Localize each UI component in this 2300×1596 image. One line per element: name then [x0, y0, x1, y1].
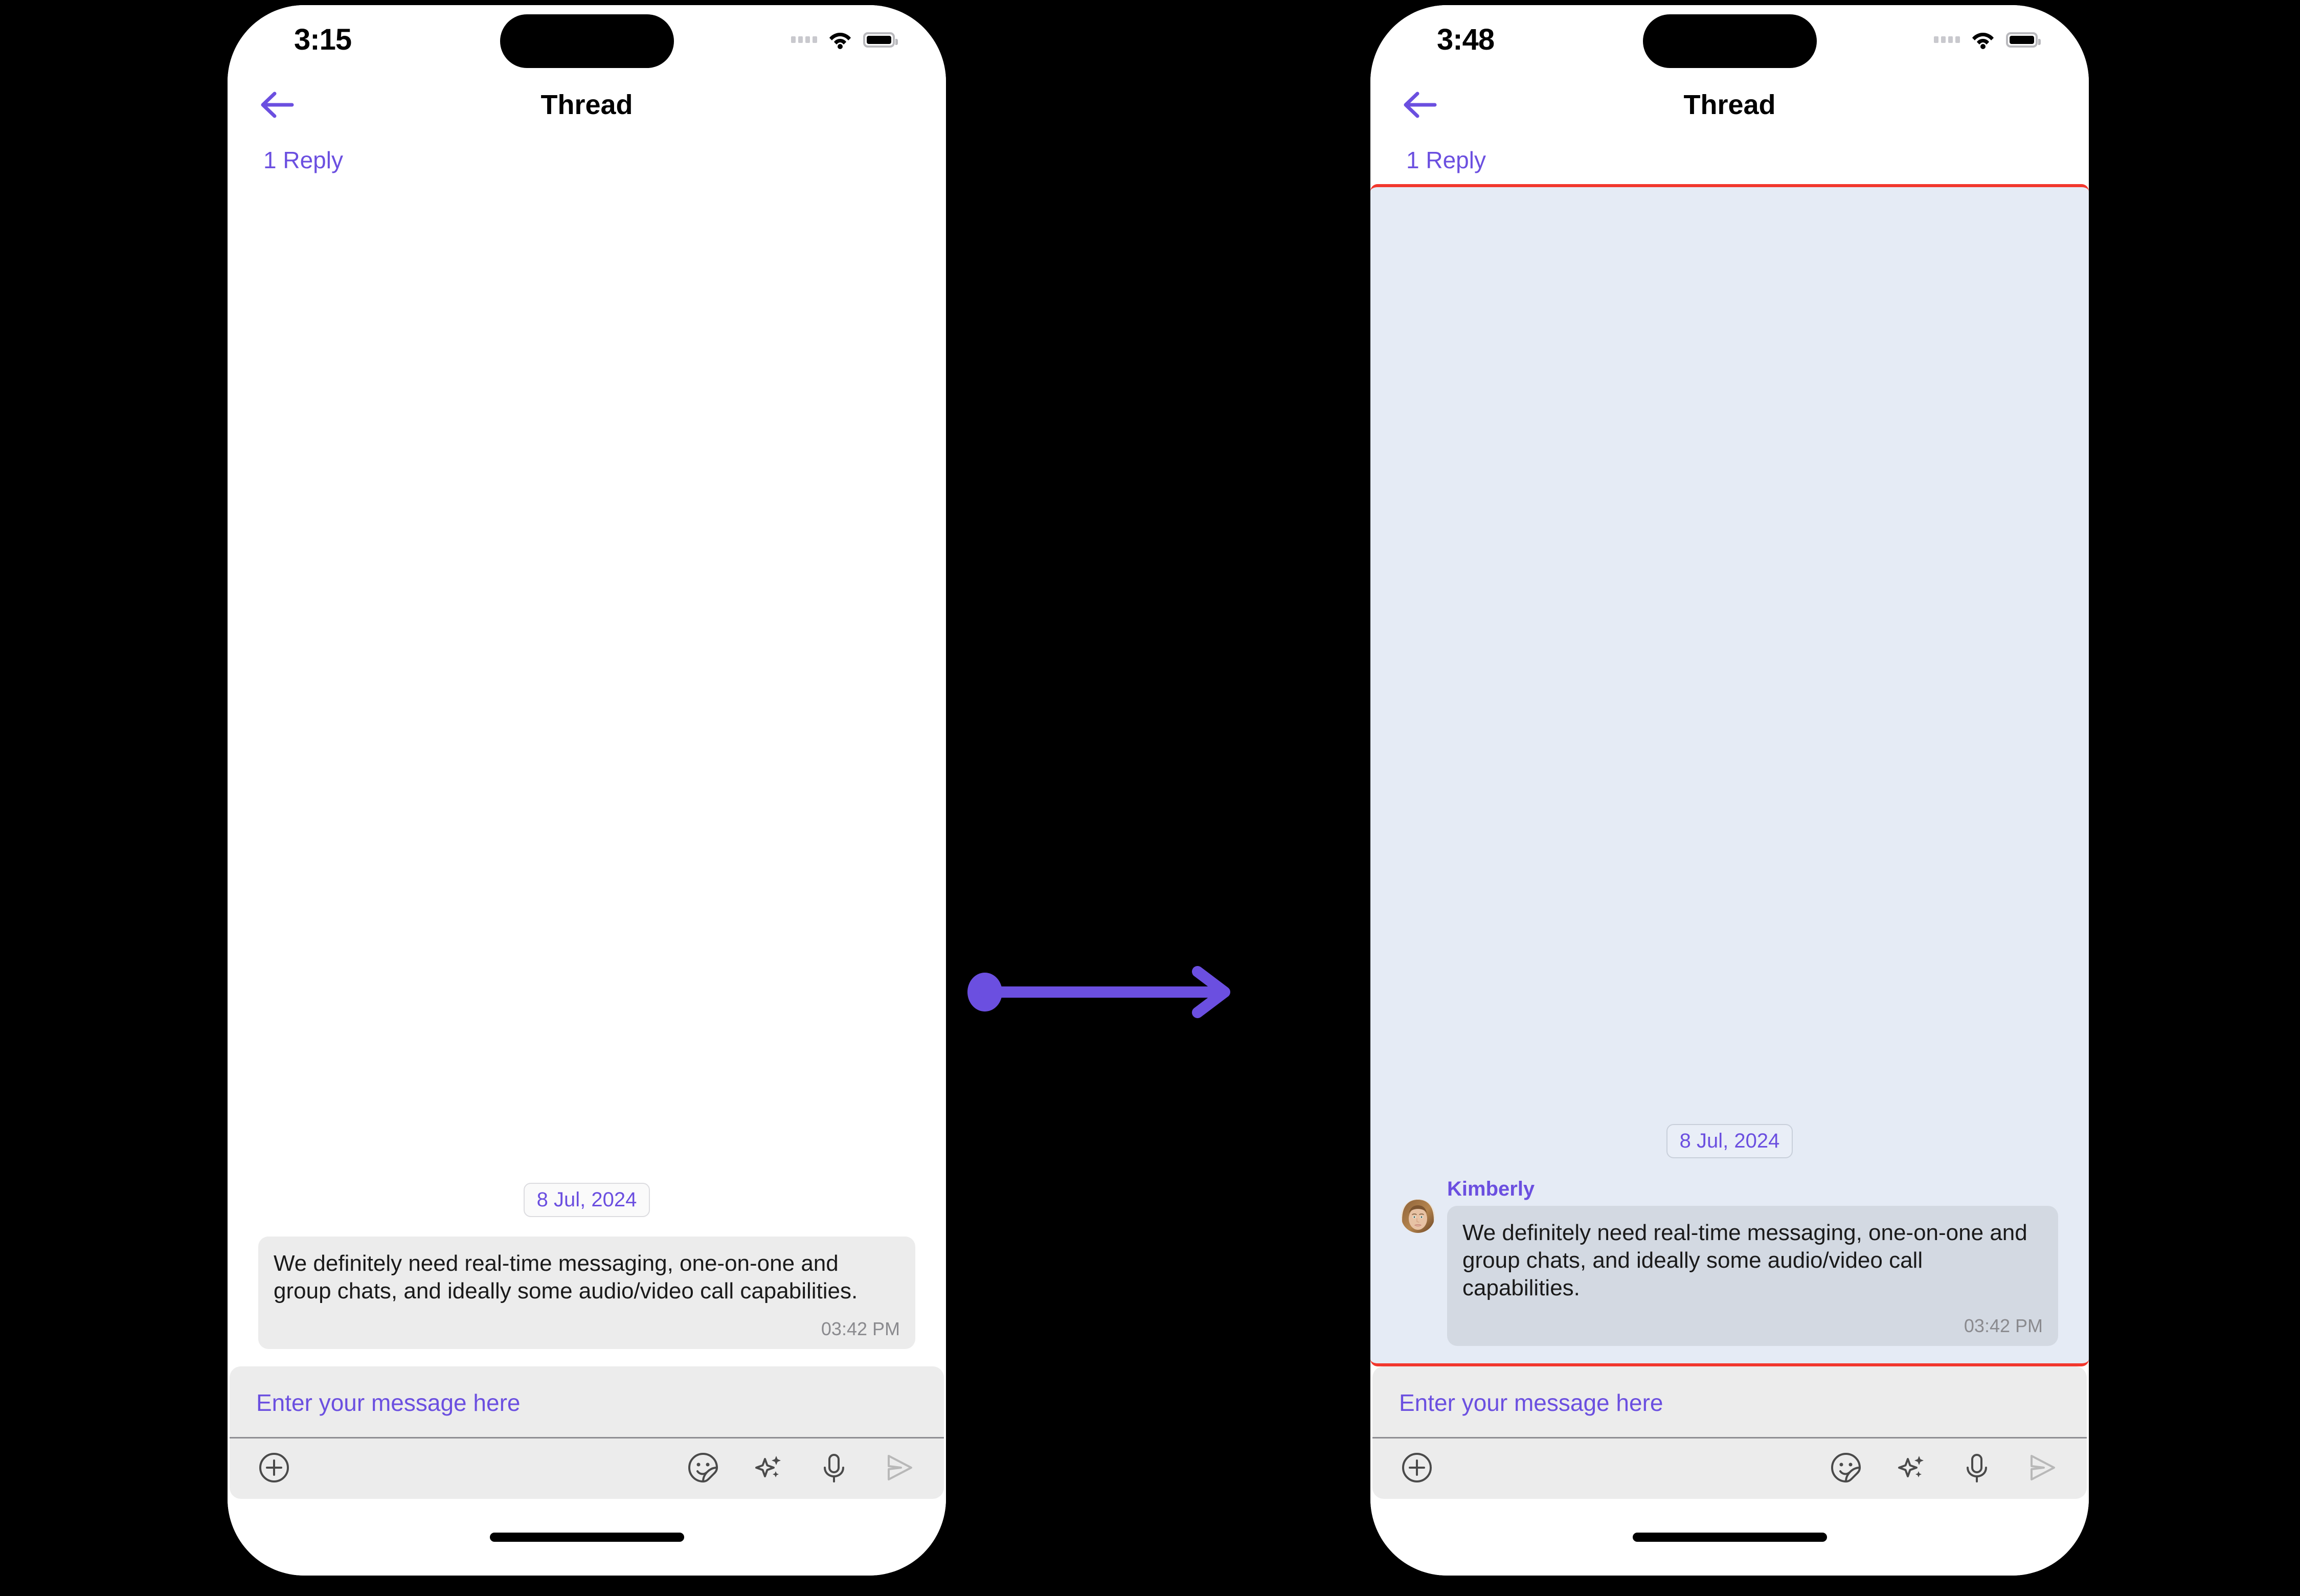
phone-screen-before: 3:15 Thread 1 Reply 8 Jul, 2024 We defin…: [228, 5, 946, 1576]
reply-count-bar: 1 Reply: [1370, 136, 2089, 184]
thread-message-list[interactable]: 8 Jul, 2024 We definitely need real-time…: [228, 184, 946, 1366]
dynamic-island: [1642, 14, 1817, 68]
status-time: 3:15: [294, 23, 352, 56]
composer-toolbar: [230, 1438, 944, 1499]
battery-icon: [2006, 32, 2041, 48]
message-timestamp: 03:42 PM: [821, 1318, 900, 1339]
status-bar: 3:15: [228, 5, 946, 74]
status-indicators: [1934, 31, 2041, 49]
status-time: 3:48: [1437, 23, 1495, 56]
home-indicator[interactable]: [1632, 1533, 1827, 1542]
message-timestamp: 03:42 PM: [1964, 1315, 2043, 1336]
composer-toolbar: [1372, 1438, 2087, 1499]
transition-arrow: [966, 961, 1243, 1023]
send-icon[interactable]: [882, 1450, 917, 1486]
home-indicator-area: [1370, 1499, 2089, 1576]
microphone-icon[interactable]: [1959, 1450, 1995, 1486]
plus-circle-icon[interactable]: [1399, 1450, 1435, 1486]
message-text: We definitely need real-time messaging, …: [1462, 1220, 2034, 1300]
nav-bar: Thread: [228, 74, 946, 136]
wifi-icon: [1971, 31, 1995, 49]
reply-count-label[interactable]: 1 Reply: [263, 146, 343, 174]
dynamic-island: [500, 14, 674, 68]
home-indicator[interactable]: [489, 1533, 684, 1542]
page-title: Thread: [1683, 89, 1776, 120]
date-divider-pill: 8 Jul, 2024: [1666, 1123, 1793, 1158]
sparkles-icon[interactable]: [1893, 1450, 1929, 1486]
message-bubble[interactable]: We definitely need real-time messaging, …: [258, 1236, 915, 1349]
message-text: We definitely need real-time messaging, …: [274, 1250, 858, 1303]
sender-name: Kimberly: [1447, 1177, 1535, 1200]
message-input[interactable]: Enter your message here: [230, 1366, 944, 1438]
thread-message-list-highlighted[interactable]: 8 Jul, 2024 Kimberly We definitely need …: [1370, 184, 2089, 1366]
microphone-icon[interactable]: [816, 1450, 852, 1486]
signal-dots-icon: [791, 36, 817, 43]
nav-bar: Thread: [1370, 74, 2089, 136]
message-bubble[interactable]: We definitely need real-time messaging, …: [1447, 1205, 2058, 1346]
date-divider-pill: 8 Jul, 2024: [523, 1182, 650, 1217]
message-column: We definitely need real-time messaging, …: [258, 1236, 915, 1349]
sticker-icon[interactable]: [1828, 1450, 1864, 1486]
send-icon[interactable]: [2024, 1450, 2060, 1486]
reply-count-label[interactable]: 1 Reply: [1406, 146, 1486, 174]
message-composer[interactable]: Enter your message here: [230, 1366, 944, 1499]
phone-screen-after: 3:48 Thread 1 Reply 8 Jul, 2024 Kimberly…: [1370, 5, 2089, 1576]
wifi-icon: [828, 31, 852, 49]
status-bar: 3:48: [1370, 5, 2089, 74]
signal-dots-icon: [1934, 36, 1960, 43]
date-divider-row: 8 Jul, 2024: [1370, 1123, 2089, 1178]
message-composer[interactable]: Enter your message here: [1372, 1366, 2087, 1499]
message-column: Kimberly We definitely need real-time me…: [1447, 1178, 2058, 1346]
status-indicators: [791, 31, 898, 49]
battery-icon: [863, 32, 898, 48]
comparison-canvas: 3:15 Thread 1 Reply 8 Jul, 2024 We defin…: [0, 0, 2300, 1596]
message-row[interactable]: Kimberly We definitely need real-time me…: [1370, 1178, 2089, 1363]
avatar[interactable]: [1401, 1199, 1435, 1233]
message-input[interactable]: Enter your message here: [1372, 1366, 2087, 1438]
sticker-icon[interactable]: [685, 1450, 721, 1486]
reply-count-bar: 1 Reply: [228, 136, 946, 184]
date-divider-row: 8 Jul, 2024: [228, 1182, 946, 1237]
plus-circle-icon[interactable]: [256, 1450, 292, 1486]
message-row[interactable]: We definitely need real-time messaging, …: [228, 1236, 946, 1366]
page-title: Thread: [540, 89, 633, 120]
sparkles-icon[interactable]: [751, 1450, 786, 1486]
home-indicator-area: [228, 1499, 946, 1576]
